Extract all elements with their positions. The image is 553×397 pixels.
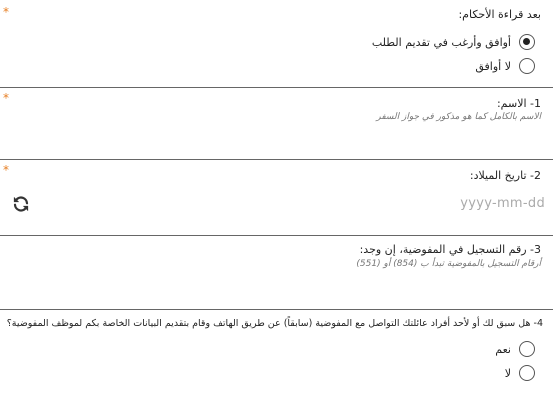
name-input[interactable] xyxy=(0,88,553,158)
consent-question: بعد قراءة الأحكام: xyxy=(458,8,541,21)
consent-option-agree[interactable]: أوافق وأرغب في تقديم الطلب xyxy=(372,34,535,50)
required-star: * xyxy=(3,5,9,19)
dob-label: 2- تاريخ الميلاد: xyxy=(469,169,541,182)
consent-option-disagree[interactable]: لا أوافق xyxy=(475,58,535,74)
registration-input[interactable] xyxy=(0,236,553,308)
radio-agree[interactable] xyxy=(519,34,535,50)
contact-option-yes[interactable]: نعم xyxy=(495,341,535,357)
radio-no[interactable] xyxy=(519,365,535,381)
refresh-icon[interactable] xyxy=(12,195,30,213)
contact-option-no-label: لا xyxy=(504,366,511,380)
section-divider xyxy=(0,309,553,310)
section-divider xyxy=(0,159,553,160)
contact-question: 4- هل سبق لك أو لأحد أفراد عائلتك التواص… xyxy=(6,318,543,329)
contact-option-no[interactable]: لا xyxy=(505,365,535,381)
radio-disagree[interactable] xyxy=(519,58,535,74)
consent-option-disagree-label: لا أوافق xyxy=(475,59,511,73)
consent-option-agree-label: أوافق وأرغب في تقديم الطلب xyxy=(371,35,511,49)
contact-option-yes-label: نعم xyxy=(495,342,511,356)
required-star: * xyxy=(3,163,9,177)
radio-yes[interactable] xyxy=(519,341,535,357)
dob-input[interactable]: yyyy-mm-dd xyxy=(460,196,545,211)
